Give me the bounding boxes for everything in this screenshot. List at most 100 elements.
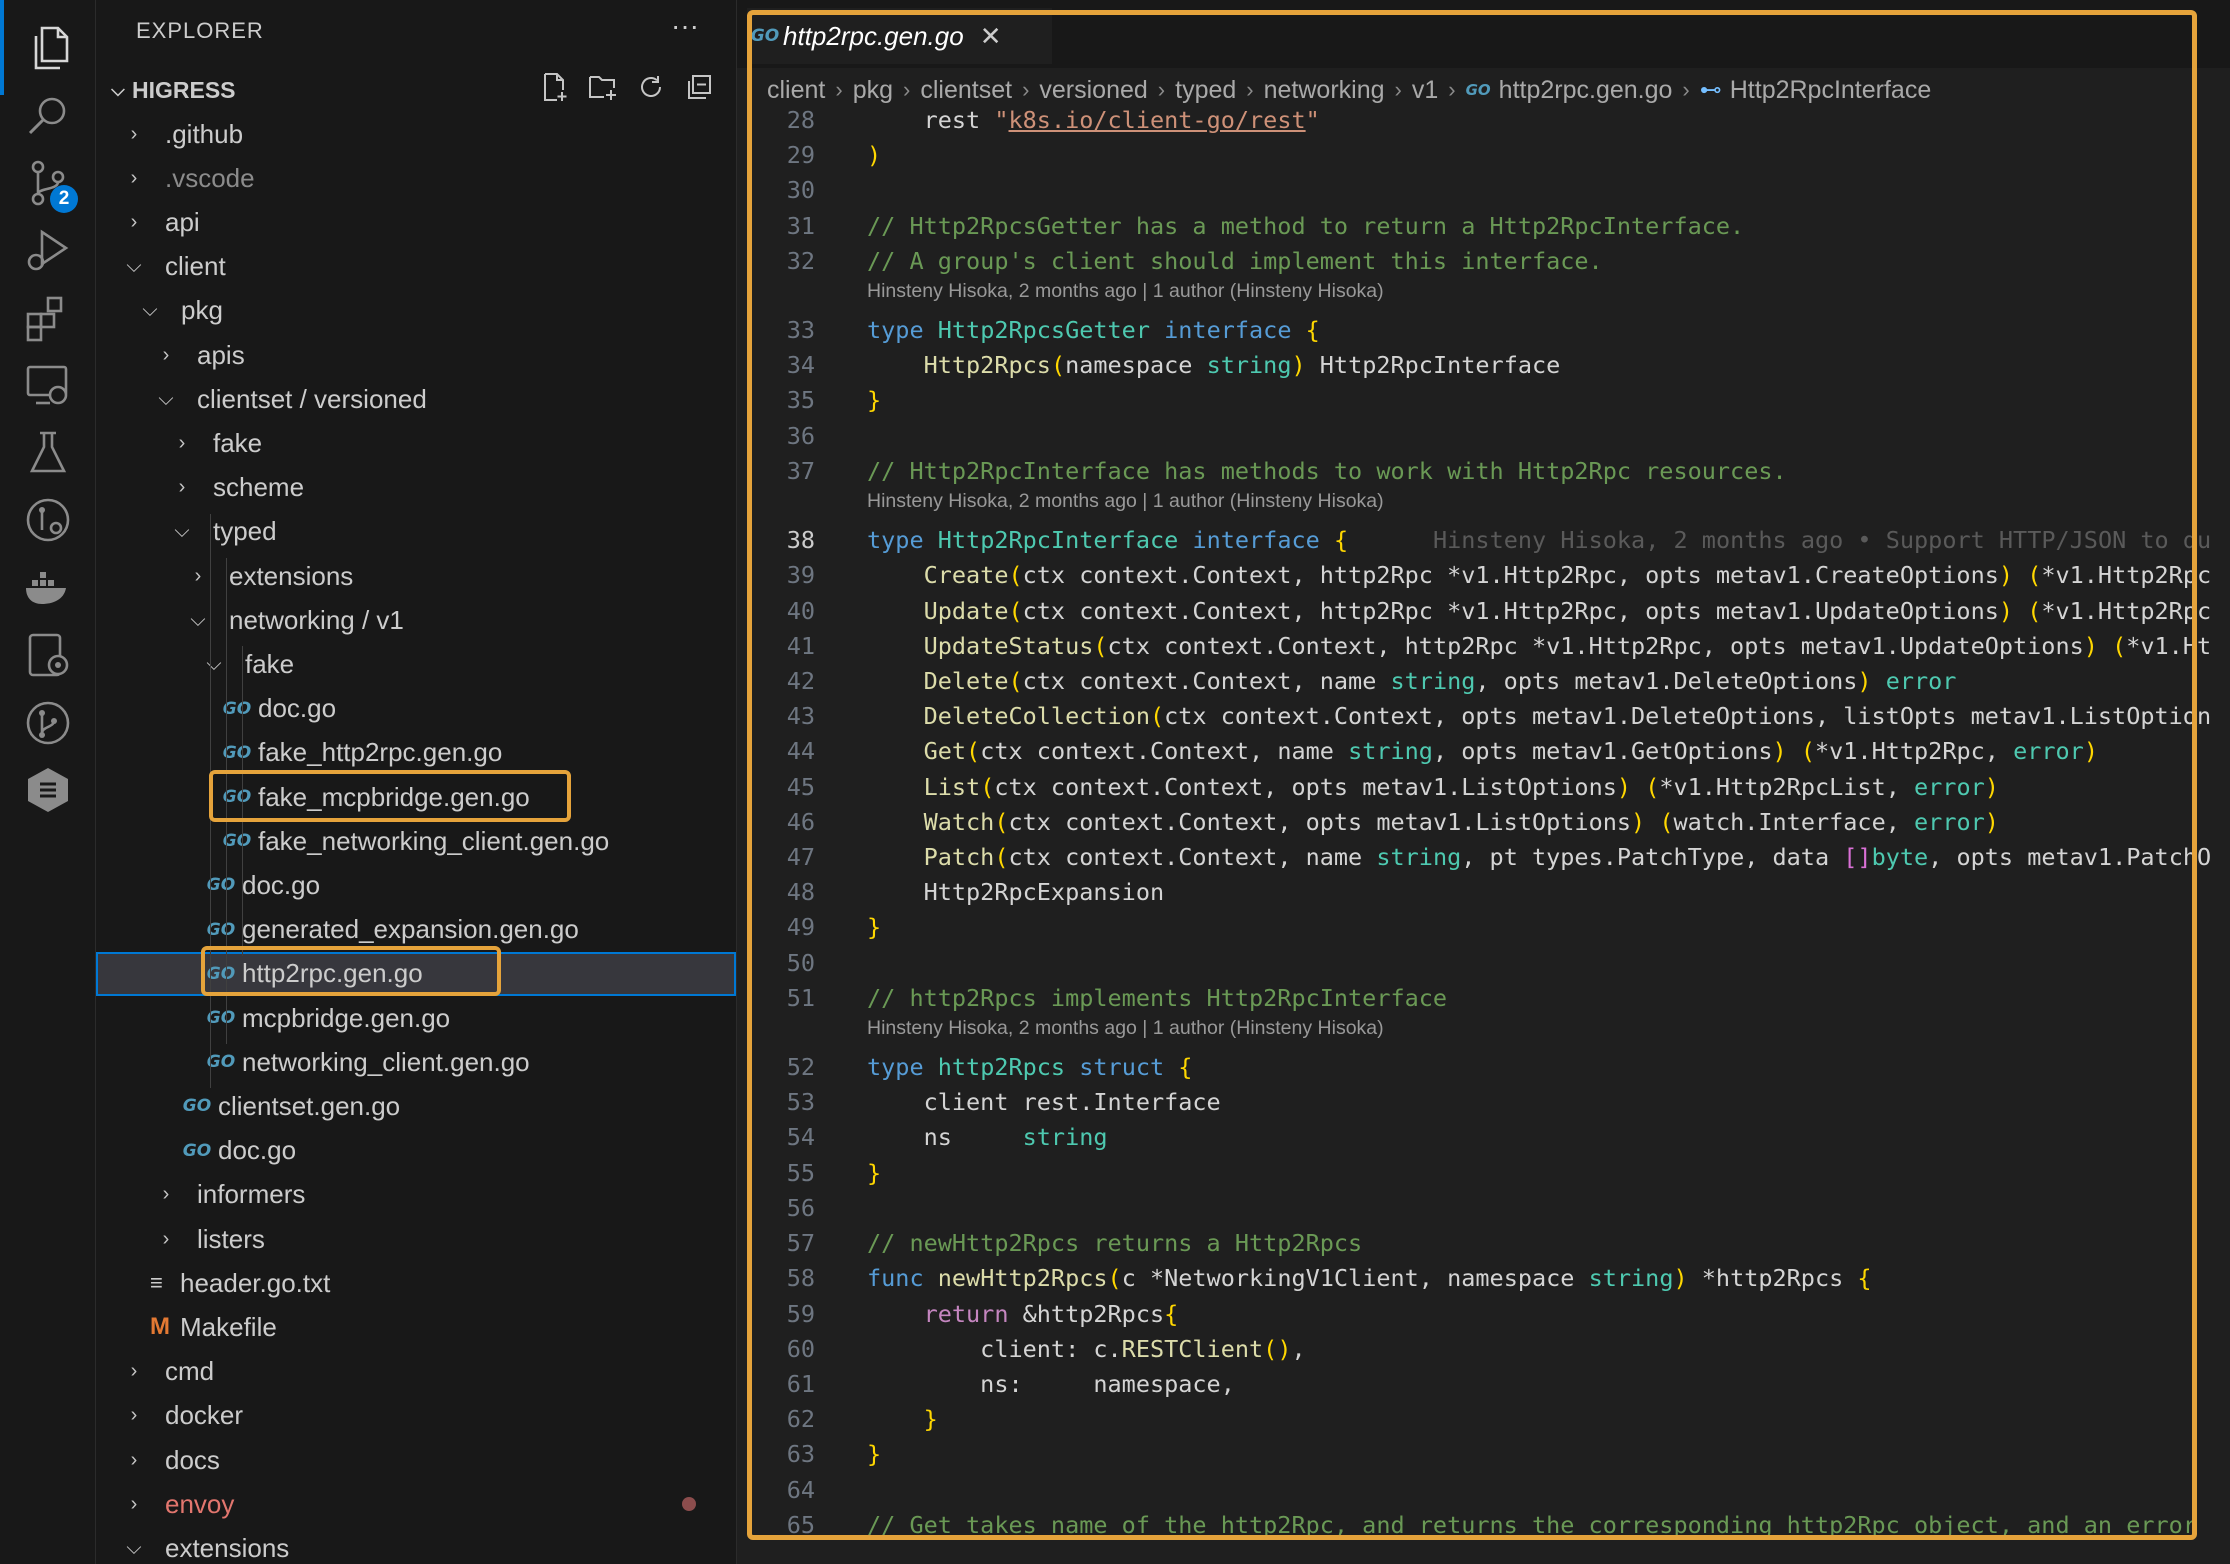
- tree-file[interactable]: GO mcpbridge.gen.go: [96, 996, 736, 1040]
- tree-file[interactable]: ≡ header.go.txt: [96, 1261, 736, 1305]
- code-line[interactable]: }: [867, 1440, 881, 1468]
- code-line[interactable]: Create(ctx context.Context, http2Rpc *v1…: [867, 561, 2212, 589]
- tab-http2rpc-gen-go[interactable]: GO http2rpc.gen.go ✕: [747, 8, 1052, 64]
- workspace-root[interactable]: ⌵ HIGRESS: [104, 76, 235, 104]
- tree-folder[interactable]: › informers: [96, 1173, 736, 1217]
- code-line[interactable]: }: [867, 386, 881, 414]
- breadcrumb-item[interactable]: pkg: [853, 76, 893, 105]
- tree-folder[interactable]: › docker: [96, 1394, 736, 1438]
- close-icon[interactable]: ✕: [980, 21, 1002, 52]
- tree-folder[interactable]: › .vscode: [96, 156, 736, 200]
- refresh-icon[interactable]: [636, 70, 666, 104]
- breadcrumb-item[interactable]: GO http2rpc.gen.go: [1466, 76, 1673, 105]
- code-line[interactable]: type Http2RpcsGetter interface {: [867, 316, 1320, 344]
- breadcrumb-item[interactable]: client: [767, 76, 825, 105]
- code-line[interactable]: List(ctx context.Context, opts metav1.Li…: [867, 773, 1999, 801]
- remote-explorer-icon: [26, 365, 67, 405]
- tree-folder[interactable]: › apis: [96, 333, 736, 377]
- tree-folder[interactable]: ⌵ typed: [96, 510, 736, 554]
- code-line[interactable]: // newHttp2Rpcs returns a Http2Rpcs: [867, 1229, 1362, 1257]
- tree-folder[interactable]: ⌵ networking / v1: [96, 598, 736, 642]
- breadcrumb-item[interactable]: networking: [1264, 76, 1385, 105]
- collapse-all-icon[interactable]: [684, 70, 714, 104]
- code-line[interactable]: rest "k8s.io/client-go/rest": [867, 108, 1320, 134]
- code-line[interactable]: DeleteCollection(ctx context.Context, op…: [867, 702, 2212, 730]
- tree-file[interactable]: GO fake_http2rpc.gen.go: [96, 731, 736, 775]
- tree-file[interactable]: GO fake_networking_client.gen.go: [96, 819, 736, 863]
- tree-folder[interactable]: › listers: [96, 1217, 736, 1261]
- line-number: 55: [786, 1158, 815, 1187]
- tree-folder[interactable]: › scheme: [96, 466, 736, 510]
- tree-file[interactable]: GO doc.go: [96, 687, 736, 731]
- breadcrumb-item[interactable]: v1: [1412, 76, 1438, 105]
- line-number: 29: [786, 141, 815, 170]
- code-line[interactable]: type Http2RpcInterface interface { Hinst…: [867, 526, 2211, 554]
- tree-folder[interactable]: ⌵ extensions: [96, 1526, 736, 1564]
- code-line[interactable]: return &http2Rpcs{: [867, 1300, 1179, 1328]
- code-line[interactable]: }: [867, 1159, 881, 1187]
- tree-folder[interactable]: › docs: [96, 1438, 736, 1482]
- code-line[interactable]: Delete(ctx context.Context, name string,…: [867, 667, 1957, 695]
- code-line[interactable]: // Get takes name of the http2Rpc, and r…: [867, 1511, 2197, 1539]
- code-line[interactable]: // Http2RpcsGetter has a method to retur…: [867, 212, 1744, 240]
- code-line[interactable]: ): [867, 141, 881, 169]
- breadcrumb-item[interactable]: ⊷ Http2RpcInterface: [1700, 76, 1932, 105]
- tree-file[interactable]: GO clientset.gen.go: [96, 1084, 736, 1128]
- makefile-icon: M: [150, 1313, 170, 1341]
- code-line[interactable]: Update(ctx context.Context, http2Rpc *v1…: [867, 597, 2212, 625]
- codelens-blame[interactable]: Hinsteny Hisoka, 2 months ago | 1 author…: [867, 490, 1384, 513]
- code-editor[interactable]: 28 rest "k8s.io/client-go/rest" 29) 30 31 //…: [737, 108, 2230, 1564]
- chevron-down-icon: ⌵: [206, 652, 222, 675]
- code-line[interactable]: func newHttp2Rpcs(c *NetworkingV1Client,…: [867, 1264, 1872, 1292]
- tree-file[interactable]: GO doc.go: [96, 863, 736, 907]
- text-file-icon: ≡: [150, 1270, 163, 1296]
- code-line[interactable]: }: [867, 1405, 938, 1433]
- code-line[interactable]: Http2Rpcs(namespace string) Http2RpcInte…: [867, 351, 1561, 379]
- new-folder-icon[interactable]: [588, 70, 618, 104]
- tree-file[interactable]: GO http2rpc.gen.go: [96, 951, 736, 996]
- code-line[interactable]: // http2Rpcs implements Http2RpcInterfac…: [867, 984, 1447, 1012]
- codelens-blame[interactable]: Hinsteny Hisoka, 2 months ago | 1 author…: [867, 1017, 1384, 1040]
- tree-folder[interactable]: › extensions: [96, 554, 736, 598]
- code-line[interactable]: Get(ctx context.Context, name string, op…: [867, 737, 2098, 765]
- tree-file[interactable]: GO generated_expansion.gen.go: [96, 908, 736, 952]
- tree-file[interactable]: M Makefile: [96, 1305, 736, 1349]
- code-line[interactable]: ns string: [867, 1123, 1108, 1151]
- line-number: 42: [786, 666, 815, 695]
- code-line[interactable]: client: c.RESTClient(),: [867, 1335, 1305, 1363]
- tree-folder[interactable]: ⌵ clientset / versioned: [96, 377, 736, 421]
- tree-folder[interactable]: ⌵ pkg: [96, 289, 736, 333]
- more-actions-icon[interactable]: ···: [671, 10, 699, 42]
- tree-item-label: api: [165, 206, 200, 237]
- tree-folder[interactable]: › fake: [96, 421, 736, 465]
- tree-folder[interactable]: › cmd: [96, 1350, 736, 1394]
- code-line[interactable]: // A group's client should implement thi…: [867, 247, 1603, 275]
- code-line[interactable]: // Http2RpcInterface has methods to work…: [867, 457, 1787, 485]
- tree-folder[interactable]: › envoy: [96, 1482, 736, 1526]
- tree-item-label: .github: [165, 118, 244, 149]
- tree-file[interactable]: GO networking_client.gen.go: [96, 1040, 736, 1084]
- breadcrumb-item[interactable]: typed: [1175, 76, 1236, 105]
- tree-folder[interactable]: › .github: [96, 112, 736, 156]
- code-line[interactable]: }: [867, 913, 881, 941]
- tree-file[interactable]: GO doc.go: [96, 1129, 736, 1173]
- code-line[interactable]: Patch(ctx context.Context, name string, …: [867, 843, 2212, 871]
- code-line[interactable]: ns: namespace,: [867, 1370, 1235, 1398]
- tree-folder[interactable]: › api: [96, 200, 736, 244]
- tree-file[interactable]: GO fake_mcpbridge.gen.go: [96, 775, 736, 819]
- tree-folder[interactable]: ⌵ fake: [96, 642, 736, 686]
- code-line[interactable]: UpdateStatus(ctx context.Context, http2R…: [867, 632, 2212, 660]
- tree-folder[interactable]: ⌵ client: [96, 245, 736, 289]
- code-line[interactable]: client rest.Interface: [867, 1088, 1221, 1116]
- editor-group: GO http2rpc.gen.go ✕ client › pkg › clientse…: [737, 0, 2230, 1564]
- activity-codeium[interactable]: [0, 743, 95, 838]
- code-line[interactable]: Http2RpcExpansion: [867, 878, 1165, 906]
- chevron-right-icon: ›: [1157, 77, 1166, 102]
- breadcrumb-item[interactable]: versioned: [1039, 76, 1147, 105]
- code-line[interactable]: type http2Rpcs struct {: [867, 1053, 1192, 1081]
- code-line[interactable]: Watch(ctx context.Context, opts metav1.L…: [867, 808, 1999, 836]
- breadcrumb-item[interactable]: clientset: [920, 76, 1012, 105]
- codelens-blame[interactable]: Hinsteny Hisoka, 2 months ago | 1 author…: [867, 280, 1384, 303]
- line-number: 51: [786, 983, 815, 1012]
- new-file-icon[interactable]: [540, 70, 570, 104]
